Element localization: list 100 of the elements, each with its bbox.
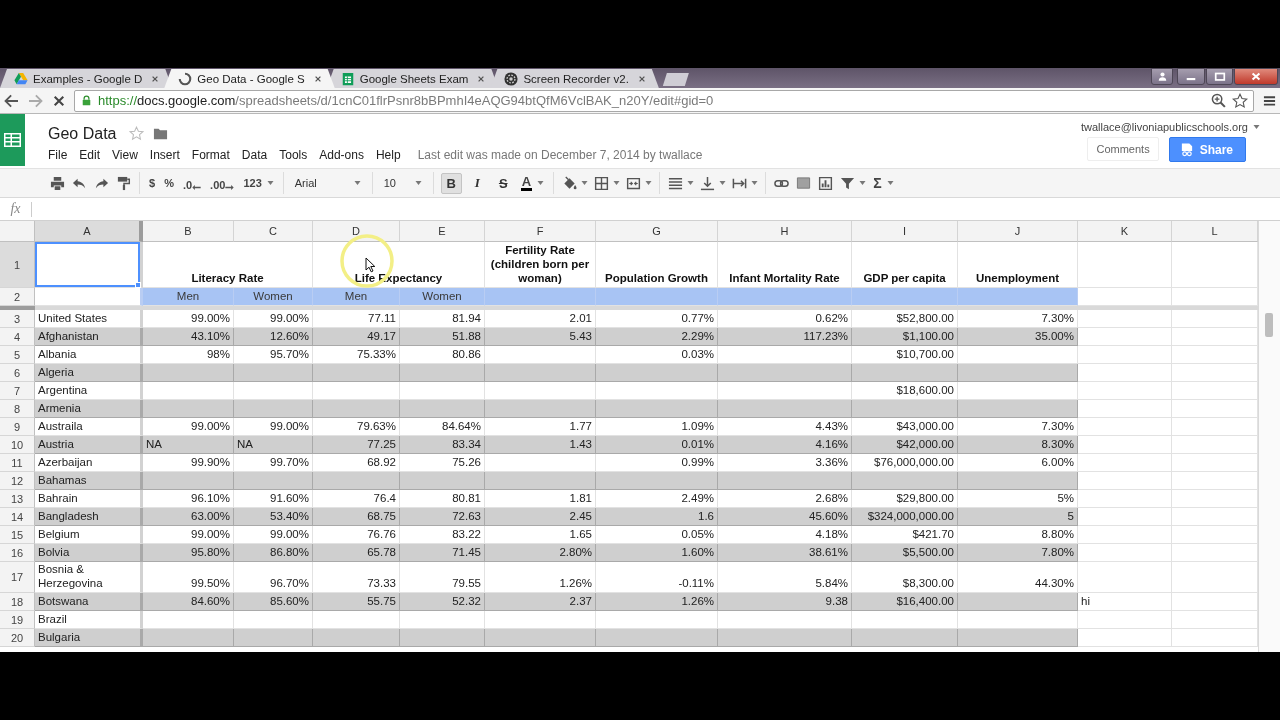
caret-icon[interactable] [719, 181, 727, 185]
paint-bucket-icon[interactable] [562, 175, 578, 191]
row-header[interactable]: 3 [0, 310, 35, 328]
column-header[interactable]: A [35, 221, 143, 242]
zoom-icon[interactable] [1211, 93, 1226, 108]
star-icon[interactable] [1232, 92, 1248, 109]
menu-item[interactable]: Edit [79, 148, 101, 162]
font-dropdown[interactable]: Arial [290, 173, 365, 193]
italic-button[interactable]: I [466, 172, 488, 194]
align-lines-icon[interactable] [668, 175, 684, 191]
spreadsheet-logo-icon[interactable] [0, 114, 25, 166]
menu-item[interactable]: Format [191, 148, 230, 162]
close-icon [1250, 72, 1262, 81]
column-header[interactable]: I [852, 221, 958, 242]
column-header[interactable]: G [596, 221, 718, 242]
close-icon[interactable] [637, 74, 646, 83]
star-icon[interactable] [129, 126, 145, 141]
account-email[interactable]: twallace@livoniapublicschools.org [1080, 121, 1248, 133]
address-field[interactable]: https://docs.google.com/spreadsheets/d/1cnC01flrPsnr8bBPmhI4eAQG94btQfM6VclBAK_n20Y/edit#gid=0 [74, 89, 1254, 112]
row-header[interactable]: 2 [0, 288, 35, 306]
menu-item[interactable]: View [112, 148, 138, 162]
minimize-button[interactable] [1177, 68, 1205, 85]
row-header[interactable]: 10 [0, 436, 35, 454]
menu-item[interactable]: Data [241, 148, 268, 162]
column-header[interactable]: D [313, 221, 400, 242]
row-header[interactable]: 6 [0, 364, 35, 382]
menu-item[interactable]: Insert [149, 148, 180, 162]
caret-icon[interactable] [859, 181, 867, 185]
menu-item[interactable]: File [48, 148, 68, 162]
row-header[interactable]: 12 [0, 472, 35, 490]
selected-cell[interactable] [35, 242, 143, 288]
column-header[interactable]: C [234, 221, 313, 242]
currency-button[interactable]: $ [147, 173, 158, 193]
document-title[interactable]: Geo Data [48, 124, 117, 143]
borders-grid-icon[interactable] [594, 175, 610, 191]
column-header[interactable]: K [1078, 221, 1172, 242]
printer-icon[interactable] [50, 175, 65, 191]
row-header[interactable]: 9 [0, 418, 35, 436]
row-header[interactable]: 13 [0, 490, 35, 508]
profile-button[interactable] [1151, 68, 1173, 85]
row-header[interactable]: 18 [0, 593, 35, 611]
increase-decimals-button[interactable]: .00 [208, 173, 237, 193]
caret-icon[interactable] [1253, 125, 1260, 129]
column-header[interactable]: H [718, 221, 852, 242]
row-header[interactable]: 14 [0, 508, 35, 526]
menu-item[interactable]: Add-ons [319, 148, 364, 162]
column-header[interactable]: E [400, 221, 485, 242]
row-header[interactable]: 4 [0, 328, 35, 346]
row-header[interactable]: 1 [0, 242, 35, 288]
caret-icon[interactable] [613, 181, 621, 185]
stop-x-icon[interactable] [53, 94, 65, 107]
row-header[interactable]: 11 [0, 454, 35, 472]
row-header[interactable]: 16 [0, 544, 35, 562]
bold-button[interactable]: B [440, 172, 462, 194]
caret-icon[interactable] [581, 181, 589, 185]
menu-item[interactable]: Tools [279, 148, 308, 162]
close-button[interactable] [1234, 68, 1278, 85]
column-header[interactable]: B [143, 221, 234, 242]
row-header[interactable]: 5 [0, 346, 35, 364]
table-cell: 38.61% [718, 544, 852, 562]
back-arrow-icon[interactable] [3, 92, 19, 109]
folder-icon[interactable] [153, 126, 169, 141]
decrease-decimals-button[interactable]: .0 [180, 173, 204, 193]
comments-button[interactable]: Comments [1087, 137, 1159, 161]
row-header[interactable]: 7 [0, 382, 35, 400]
functions-dropdown[interactable]: Σ [871, 173, 896, 193]
last-edit-link[interactable]: Last edit was made on December 7, 2014 by twallace [417, 148, 703, 162]
column-header[interactable]: J [958, 221, 1078, 242]
caret-icon[interactable] [687, 181, 695, 185]
row-header[interactable]: 20 [0, 629, 35, 647]
row-header[interactable]: 15 [0, 526, 35, 544]
strikethrough-button[interactable]: S [492, 172, 514, 194]
text-color-button[interactable]: A [518, 173, 547, 193]
column-header[interactable]: L [1172, 221, 1258, 242]
percent-button[interactable]: % [162, 173, 176, 193]
maximize-button[interactable] [1206, 68, 1233, 85]
comment-icon[interactable] [796, 175, 812, 191]
font-size-dropdown[interactable]: 10 [379, 173, 426, 193]
column-header[interactable]: F [485, 221, 596, 242]
number-format-dropdown[interactable]: 123 [241, 173, 276, 193]
caret-icon[interactable] [645, 181, 653, 185]
row-header[interactable]: 17 [0, 562, 35, 593]
paint-roller-icon[interactable] [116, 175, 131, 191]
filter-icon[interactable] [840, 175, 856, 191]
close-icon[interactable] [477, 74, 486, 83]
table-cell: 84.60% [143, 593, 234, 611]
menu-item[interactable]: Help [375, 148, 401, 162]
bar-chart-icon[interactable] [818, 175, 834, 191]
browser-tab[interactable]: Geo Data - Google S [164, 69, 335, 88]
caret-icon[interactable] [751, 181, 759, 185]
align-bottom-icon[interactable] [700, 175, 716, 191]
merge-cells-icon[interactable] [626, 175, 642, 191]
vertical-scrollbar[interactable] [1258, 221, 1280, 652]
close-icon[interactable] [313, 74, 322, 83]
new-tab-button[interactable] [662, 73, 689, 86]
fill-handle[interactable] [135, 282, 141, 288]
menu-icon[interactable] [1263, 94, 1276, 107]
close-icon[interactable] [151, 74, 160, 83]
row-header[interactable]: 8 [0, 400, 35, 418]
row-header[interactable]: 19 [0, 611, 35, 629]
